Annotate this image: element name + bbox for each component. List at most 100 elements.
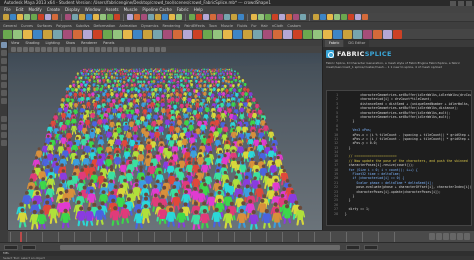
status-tool-icon[interactable] [127, 14, 133, 20]
menu-item-modify[interactable]: Modify [28, 7, 41, 12]
viewport-option-icon[interactable] [35, 47, 40, 52]
status-tool-icon[interactable] [341, 14, 347, 20]
status-tool-icon[interactable] [258, 14, 264, 20]
viewport-option-icon[interactable] [89, 47, 94, 52]
menu-item-pipeline-cache[interactable]: Pipeline Cache [142, 7, 171, 12]
status-tool-icon[interactable] [86, 14, 92, 20]
shelf-tool-icon[interactable] [163, 29, 172, 39]
shelf-tab-subdivs[interactable]: Subdivs [76, 24, 90, 28]
shelf-tool-icon[interactable] [83, 29, 92, 39]
viewport-option-icon[interactable] [161, 47, 166, 52]
status-tool-icon[interactable] [17, 14, 23, 20]
menu-item-file[interactable]: File [4, 7, 11, 12]
shelf-tab-fluids[interactable]: Fluids [237, 24, 247, 28]
status-tool-icon[interactable] [348, 14, 354, 20]
status-tool-icon[interactable] [79, 14, 85, 20]
viewport-option-icon[interactable] [65, 47, 70, 52]
status-tool-icon[interactable] [313, 14, 319, 20]
status-tool-icon[interactable] [134, 14, 140, 20]
menu-item-assets[interactable]: Assets [106, 7, 119, 12]
viewport-option-icon[interactable] [29, 47, 34, 52]
shelf-tool-icon[interactable] [303, 29, 312, 39]
shelf-tool-icon[interactable] [373, 29, 382, 39]
shelf-tool-icon[interactable] [43, 29, 52, 39]
shelf-tool-icon[interactable] [73, 29, 82, 39]
viewport-option-icon[interactable] [47, 47, 52, 52]
shelf-tool-icon[interactable] [13, 29, 22, 39]
status-tool-icon[interactable] [45, 14, 51, 20]
play-backward-button[interactable] [443, 233, 449, 240]
status-tool-icon[interactable] [362, 14, 368, 20]
viewport-option-icon[interactable] [149, 47, 154, 52]
status-tool-icon[interactable] [293, 14, 299, 20]
layout-four-icon[interactable] [0, 124, 7, 130]
viewport-option-icon[interactable] [119, 47, 124, 52]
status-tool-icon[interactable] [224, 14, 230, 20]
status-tool-icon[interactable] [169, 14, 175, 20]
range-bar[interactable] [60, 245, 340, 250]
status-tool-icon[interactable] [3, 14, 9, 20]
current-time-marker[interactable] [20, 232, 22, 242]
viewport-option-icon[interactable] [125, 47, 130, 52]
status-tool-icon[interactable] [238, 14, 244, 20]
viewport-option-icon[interactable] [23, 47, 28, 52]
shelf-tool-icon[interactable] [53, 29, 62, 39]
status-tool-icon[interactable] [72, 14, 78, 20]
code-editor[interactable]: 1 characterGeometries.setBuffer(idlerWal… [326, 90, 472, 226]
viewport-option-icon[interactable] [131, 47, 136, 52]
viewport-option-icon[interactable] [17, 47, 22, 52]
status-tool-icon[interactable] [196, 14, 202, 20]
viewport-option-icon[interactable] [77, 47, 82, 52]
viewport-option-icon[interactable] [143, 47, 148, 52]
shelf-tool-icon[interactable] [133, 29, 142, 39]
shelf-tab-custom[interactable]: Custom [287, 24, 300, 28]
end-time-field[interactable] [364, 245, 378, 250]
shelf-tab-curves[interactable]: Curves [21, 24, 33, 28]
status-tool-icon[interactable] [176, 14, 182, 20]
manipulator-icon[interactable] [0, 90, 7, 96]
paint-select-icon[interactable] [0, 58, 7, 64]
shelf-tool-icon[interactable] [233, 29, 242, 39]
panel-tab-dg-editor[interactable]: DG Editor [344, 40, 370, 47]
step-forward-button[interactable] [457, 233, 463, 240]
shelf-tab-muscle[interactable]: Muscle [221, 24, 233, 28]
go-to-start-button[interactable] [429, 233, 435, 240]
shelf-tool-icon[interactable] [213, 29, 222, 39]
shelf-tool-icon[interactable] [33, 29, 42, 39]
menu-item-help[interactable]: Help [194, 7, 203, 12]
shelf-tab-general[interactable]: General [3, 24, 17, 28]
status-tool-icon[interactable] [38, 14, 44, 20]
viewport-option-icon[interactable] [101, 47, 106, 52]
viewport-option-icon[interactable] [71, 47, 76, 52]
status-tool-icon[interactable] [100, 14, 106, 20]
status-tool-icon[interactable] [286, 14, 292, 20]
status-tool-icon[interactable] [93, 14, 99, 20]
shelf-tab-deformation[interactable]: Deformation [93, 24, 115, 28]
viewport-option-icon[interactable] [107, 47, 112, 52]
move-tool-icon[interactable] [0, 66, 7, 72]
status-tool-icon[interactable] [231, 14, 237, 20]
shelf-tab-hair[interactable]: Hair [261, 24, 268, 28]
shelf-tool-icon[interactable] [223, 29, 232, 39]
status-tool-icon[interactable] [272, 14, 278, 20]
playback-end-field[interactable] [346, 245, 360, 250]
menu-item-fabric[interactable]: Fabric [177, 7, 189, 12]
lasso-tool-icon[interactable] [0, 50, 7, 56]
shelf-tool-icon[interactable] [383, 29, 392, 39]
shelf-tool-icon[interactable] [353, 29, 362, 39]
shelf-tool-icon[interactable] [283, 29, 292, 39]
shelf-tool-icon[interactable] [293, 29, 302, 39]
layout-side-icon[interactable] [0, 132, 7, 138]
status-tool-icon[interactable] [355, 14, 361, 20]
status-tool-icon[interactable] [52, 14, 58, 20]
shelf-tool-icon[interactable] [153, 29, 162, 39]
play-forward-button[interactable] [450, 233, 456, 240]
viewport-option-icon[interactable] [41, 47, 46, 52]
panel-tab-fabric[interactable]: Fabric [325, 40, 344, 47]
shelf-tab-fur[interactable]: Fur [251, 24, 256, 28]
close-button[interactable] [466, 0, 472, 6]
status-tool-icon[interactable] [320, 14, 326, 20]
shelf-tool-icon[interactable] [203, 29, 212, 39]
shelf-tool-icon[interactable] [173, 29, 182, 39]
shelf-tab-ncloth[interactable]: nCloth [272, 24, 283, 28]
